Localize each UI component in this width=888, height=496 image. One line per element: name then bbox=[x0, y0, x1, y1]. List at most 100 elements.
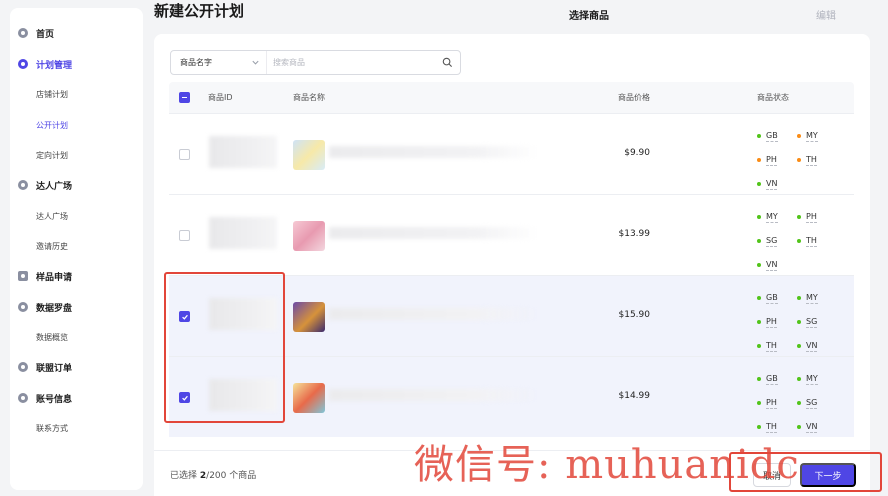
product-status-regions: GB MY PH SG TH VN bbox=[757, 367, 847, 439]
status-dot bbox=[757, 401, 761, 405]
sidebar-item-public-plan[interactable]: 公开计划 bbox=[10, 114, 143, 136]
region-tag: PH bbox=[757, 148, 797, 172]
product-thumbnail bbox=[293, 383, 325, 413]
product-selection-panel: 商品名字 商品ID 商品名称 商品价格 商品状态 $9.90 GB MY PH TH VN… bbox=[154, 34, 870, 496]
sidebar-item-invite-history[interactable]: 邀请历史 bbox=[10, 235, 143, 257]
region-code: VN bbox=[806, 340, 818, 352]
sidebar-item-influencer-square-sub[interactable]: 达人广场 bbox=[10, 205, 143, 227]
sidebar-item-influencer-square[interactable]: 达人广场 bbox=[10, 174, 143, 196]
sidebar-item-label: 联系方式 bbox=[36, 423, 68, 433]
sample-icon bbox=[18, 271, 28, 281]
status-dot bbox=[757, 425, 761, 429]
status-dot bbox=[757, 263, 761, 267]
region-tag: GB bbox=[757, 367, 797, 391]
search-input[interactable] bbox=[267, 51, 434, 74]
region-tag: VN bbox=[797, 334, 837, 358]
region-code: VN bbox=[806, 421, 818, 433]
region-tag: PH bbox=[757, 391, 797, 415]
sidebar-item-label: 样品申请 bbox=[36, 272, 73, 283]
status-dot bbox=[797, 377, 801, 381]
account-icon bbox=[18, 393, 28, 403]
sidebar-item-sample-request[interactable]: 样品申请 bbox=[10, 265, 143, 287]
row-checkbox[interactable] bbox=[179, 149, 190, 160]
column-header-id: 商品ID bbox=[208, 93, 233, 102]
region-tag: PH bbox=[757, 310, 797, 334]
status-dot bbox=[797, 158, 801, 162]
region-code: MY bbox=[806, 292, 818, 304]
column-header-name: 商品名称 bbox=[293, 93, 325, 102]
product-name-redacted bbox=[329, 227, 539, 239]
sidebar-item-label: 首页 bbox=[36, 29, 55, 40]
sidebar-item-home[interactable]: 首页 bbox=[10, 22, 143, 44]
region-tag: MY bbox=[797, 286, 837, 310]
step-edit: 编辑 bbox=[816, 11, 836, 22]
column-header-status: 商品状态 bbox=[757, 93, 789, 102]
sidebar-item-contact[interactable]: 联系方式 bbox=[10, 417, 143, 439]
status-dot bbox=[757, 158, 761, 162]
status-dot bbox=[797, 239, 801, 243]
product-price: $15.90 bbox=[618, 310, 651, 320]
sidebar-item-label: 数据概览 bbox=[36, 332, 68, 342]
sidebar-item-plan-management[interactable]: 计划管理 bbox=[10, 53, 143, 75]
region-code: PH bbox=[766, 154, 777, 166]
column-header-price: 商品价格 bbox=[618, 93, 650, 102]
region-code: TH bbox=[766, 340, 777, 352]
search-icon bbox=[442, 57, 452, 68]
search-field-select[interactable]: 商品名字 bbox=[171, 51, 267, 74]
sidebar-item-label: 达人广场 bbox=[36, 181, 73, 192]
plan-icon bbox=[18, 59, 28, 69]
product-price: $9.90 bbox=[624, 148, 650, 158]
table-row[interactable]: $9.90 GB MY PH TH VN bbox=[169, 113, 854, 194]
row-checkbox[interactable] bbox=[179, 230, 190, 241]
region-code: PH bbox=[806, 211, 817, 223]
home-icon bbox=[18, 28, 28, 38]
region-code: VN bbox=[766, 259, 778, 271]
sidebar-item-label: 定向计划 bbox=[36, 150, 68, 160]
region-tag: SG bbox=[797, 391, 837, 415]
product-status-regions: GB MY PH TH VN bbox=[757, 124, 847, 196]
status-dot bbox=[757, 296, 761, 300]
product-thumbnail bbox=[293, 221, 325, 251]
sidebar-item-label: 达人广场 bbox=[36, 211, 68, 221]
sidebar-item-shop-plan[interactable]: 店铺计划 bbox=[10, 83, 143, 105]
search-field-label: 商品名字 bbox=[180, 58, 212, 67]
status-dot bbox=[797, 296, 801, 300]
region-tag: TH bbox=[797, 229, 837, 253]
status-dot bbox=[757, 377, 761, 381]
sidebar-item-data-compass[interactable]: 数据罗盘 bbox=[10, 296, 143, 318]
selection-count: 已选择 2/200 个商品 bbox=[170, 471, 257, 481]
region-tag: VN bbox=[757, 172, 797, 196]
sidebar-item-targeted-plan[interactable]: 定向计划 bbox=[10, 144, 143, 166]
region-code: TH bbox=[766, 421, 777, 433]
sidebar-item-account-info[interactable]: 账号信息 bbox=[10, 387, 143, 409]
product-status-regions: GB MY PH SG TH VN bbox=[757, 286, 847, 358]
select-all-checkbox[interactable] bbox=[179, 92, 190, 103]
region-tag: MY bbox=[797, 124, 837, 148]
step-select-products: 选择商品 bbox=[569, 11, 609, 22]
sidebar-item-label: 计划管理 bbox=[36, 60, 73, 71]
table-row[interactable]: $13.99 MY PH SG TH VN bbox=[169, 194, 854, 275]
region-tag: TH bbox=[797, 148, 837, 172]
region-tag: GB bbox=[757, 286, 797, 310]
region-code: PH bbox=[766, 316, 777, 328]
region-tag: SG bbox=[797, 310, 837, 334]
status-dot bbox=[757, 239, 761, 243]
region-code: TH bbox=[806, 235, 817, 247]
region-tag: TH bbox=[757, 334, 797, 358]
sidebar-item-data-overview[interactable]: 数据概览 bbox=[10, 326, 143, 348]
sidebar-item-affiliate-orders[interactable]: 联盟订单 bbox=[10, 356, 143, 378]
region-code: GB bbox=[766, 130, 778, 142]
status-dot bbox=[757, 344, 761, 348]
search-button[interactable] bbox=[434, 51, 460, 74]
region-tag: GB bbox=[757, 124, 797, 148]
status-dot bbox=[757, 182, 761, 186]
region-code: TH bbox=[806, 154, 817, 166]
region-code: SG bbox=[766, 235, 778, 247]
region-code: GB bbox=[766, 373, 778, 385]
product-thumbnail bbox=[293, 302, 325, 332]
product-price: $14.99 bbox=[618, 391, 651, 401]
region-code: GB bbox=[766, 292, 778, 304]
region-tag: VN bbox=[797, 415, 837, 439]
sidebar-item-label: 联盟订单 bbox=[36, 363, 73, 374]
region-code: PH bbox=[766, 397, 777, 409]
